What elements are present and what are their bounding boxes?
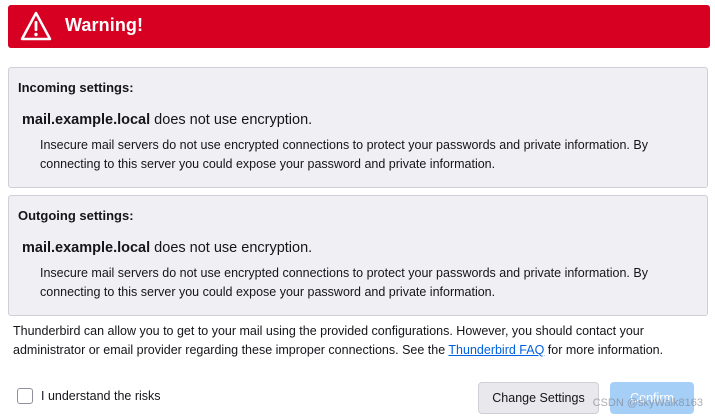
outgoing-description: Insecure mail servers do not use encrypt… (40, 266, 648, 299)
outgoing-settings-title: Outgoing settings: (18, 208, 134, 223)
understand-risks-checkbox[interactable] (17, 388, 33, 404)
outgoing-settings-section: Outgoing settings: mail.example.local do… (8, 195, 708, 316)
change-settings-button[interactable]: Change Settings (478, 382, 599, 414)
outgoing-host-suffix: does not use encryption. (150, 240, 313, 256)
footer-info-text: Thunderbird can allow you to get to your… (13, 322, 703, 360)
incoming-host-name: mail.example.local (22, 112, 151, 128)
outgoing-host-name: mail.example.local (22, 240, 151, 256)
incoming-host-suffix: does not use encryption. (150, 112, 313, 128)
incoming-host-line: mail.example.local does not use encrypti… (22, 112, 312, 128)
incoming-description: Insecure mail servers do not use encrypt… (40, 138, 648, 171)
warning-triangle-icon (20, 11, 52, 41)
outgoing-host-line: mail.example.local does not use encrypti… (22, 240, 312, 256)
watermark: CSDN @skyWalk8163 (592, 397, 703, 409)
understand-risks-row[interactable]: I understand the risks (17, 388, 161, 404)
thunderbird-faq-link[interactable]: Thunderbird FAQ (448, 343, 544, 357)
incoming-settings-section: Incoming settings: mail.example.local do… (8, 67, 708, 188)
understand-risks-label[interactable]: I understand the risks (41, 389, 161, 403)
footer-text-after: for more information. (544, 343, 664, 357)
warning-banner: Warning! (8, 5, 710, 48)
incoming-settings-title: Incoming settings: (18, 80, 134, 95)
banner-title: Warning! (65, 15, 144, 35)
